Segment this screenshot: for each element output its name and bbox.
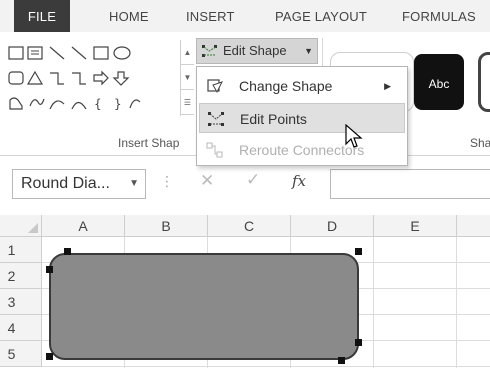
select-all-button[interactable] xyxy=(0,215,42,237)
name-box-value: Round Dia... xyxy=(21,175,110,192)
tab-home[interactable]: HOME xyxy=(109,0,149,32)
shape-vertex-handle[interactable] xyxy=(46,266,53,273)
tab-insert[interactable]: INSERT xyxy=(186,0,235,32)
shape-vertex-handle[interactable] xyxy=(355,339,362,346)
row-header-2[interactable]: 2 xyxy=(0,263,42,289)
column-header-b[interactable]: B xyxy=(125,215,208,237)
row-header-5[interactable]: 5 xyxy=(0,341,42,367)
gallery-up-icon[interactable]: ▲ xyxy=(181,40,194,65)
change-shape-icon xyxy=(207,79,223,94)
shapes-row-2-icons xyxy=(8,70,130,86)
submenu-arrow-icon: ▶ xyxy=(384,81,391,91)
insert-function-button[interactable]: fx xyxy=(292,172,306,190)
column-header-d[interactable]: D xyxy=(291,215,374,237)
shapes-row-3[interactable]: { } xyxy=(6,94,176,112)
shapes-row-1[interactable] xyxy=(6,44,176,62)
column-header-a[interactable]: A xyxy=(42,215,125,237)
formula-input[interactable] xyxy=(330,169,490,199)
menu-item-edit-points[interactable]: Edit Points xyxy=(199,103,405,133)
edit-points-icon xyxy=(208,112,224,126)
reroute-connectors-icon xyxy=(206,142,223,158)
shapes-row-3-icons: { } xyxy=(9,97,141,111)
tab-formulas[interactable]: FORMULAS xyxy=(402,0,476,32)
gallery-more-icon[interactable]: ☰ xyxy=(181,90,194,115)
svg-text:}: } xyxy=(114,97,122,111)
shapes-row-1-icons xyxy=(8,46,131,60)
gridline xyxy=(456,237,457,368)
row-header-3[interactable]: 3 xyxy=(0,289,42,315)
cancel-icon[interactable]: ✕ xyxy=(200,171,214,191)
edit-shape-label: Edit Shape xyxy=(223,43,287,58)
enter-icon[interactable]: ✓ xyxy=(246,170,260,190)
column-header-e[interactable]: E xyxy=(374,215,457,237)
shapes-row-2[interactable] xyxy=(6,69,176,87)
rounded-rectangle-shape[interactable] xyxy=(49,253,359,360)
svg-text:{: { xyxy=(94,97,102,111)
shape-vertex-handle[interactable] xyxy=(355,248,362,255)
edit-shape-button[interactable]: Edit Shape ▼ xyxy=(196,38,318,64)
shapes-gallery[interactable]: { } ▲ ▼ ☰ xyxy=(6,40,194,116)
select-all-icon xyxy=(28,223,38,233)
row-header-4[interactable]: 4 xyxy=(0,315,42,341)
menu-item-label: Edit Points xyxy=(240,111,307,127)
ribbon-tab-bar: FILE HOME INSERT PAGE LAYOUT FORMULAS xyxy=(0,0,490,32)
chevron-down-icon[interactable]: ▼ xyxy=(129,170,139,198)
shape-styles-group-label: Sha xyxy=(470,136,490,150)
mouse-cursor-icon xyxy=(345,124,363,148)
menu-item-reroute-connectors: Reroute Connectors xyxy=(199,135,405,165)
shape-vertex-handle[interactable] xyxy=(46,353,53,360)
shape-vertex-handle[interactable] xyxy=(64,248,71,255)
gallery-down-icon[interactable]: ▼ xyxy=(181,65,194,90)
gallery-scrollbar[interactable]: ▲ ▼ ☰ xyxy=(180,40,194,116)
menu-item-change-shape[interactable]: Change Shape ▶ xyxy=(199,71,405,101)
edit-shape-icon xyxy=(202,45,217,57)
more-icon: ⋮ xyxy=(160,173,174,189)
gridline xyxy=(42,366,490,367)
edit-shape-menu: Change Shape ▶ Edit Points Reroute Conne… xyxy=(196,66,408,166)
column-header-c[interactable]: C xyxy=(208,215,291,237)
insert-shapes-group-label: Insert Shap xyxy=(118,136,180,150)
row-header-1[interactable]: 1 xyxy=(0,237,42,263)
column-header-f[interactable] xyxy=(457,215,490,237)
tab-page-layout[interactable]: PAGE LAYOUT xyxy=(275,0,367,32)
shape-style-preview-3[interactable] xyxy=(478,52,490,112)
tab-file[interactable]: FILE xyxy=(14,0,70,32)
gridline xyxy=(373,237,374,368)
menu-item-label: Change Shape xyxy=(239,78,333,94)
chevron-down-icon: ▼ xyxy=(304,46,313,56)
shape-style-preview-2[interactable]: Abc xyxy=(414,54,464,110)
shape-vertex-handle[interactable] xyxy=(338,357,345,364)
name-box[interactable]: Round Dia... ▼ xyxy=(12,169,146,199)
